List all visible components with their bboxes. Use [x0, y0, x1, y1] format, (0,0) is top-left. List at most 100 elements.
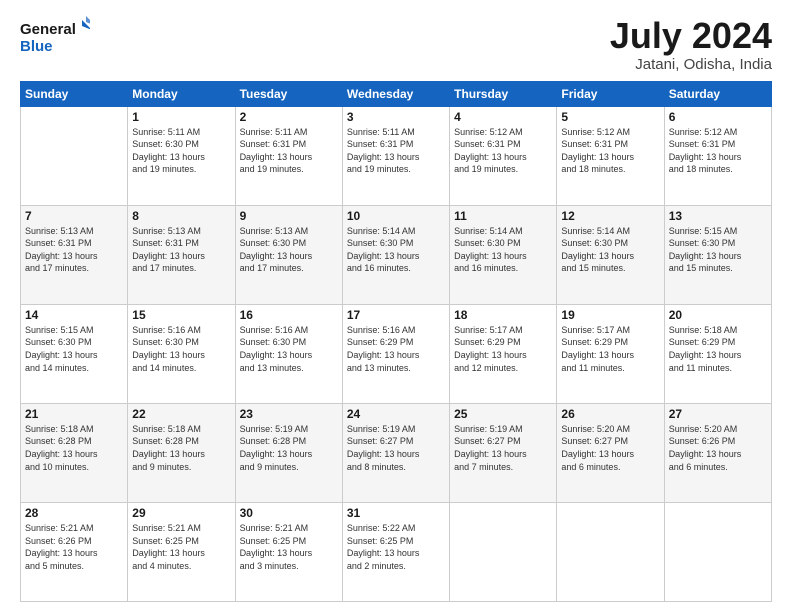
day-number: 15	[132, 308, 230, 322]
day-info: Sunrise: 5:21 AM Sunset: 6:26 PM Dayligh…	[25, 522, 123, 572]
calendar-cell: 23 Sunrise: 5:19 AM Sunset: 6:28 PM Dayli…	[235, 403, 342, 502]
day-info: Sunrise: 5:16 AM Sunset: 6:30 PM Dayligh…	[240, 324, 338, 374]
page: General Blue July 2024 Jatani, Odisha, I…	[0, 0, 792, 612]
calendar-cell: 16 Sunrise: 5:16 AM Sunset: 6:30 PM Dayli…	[235, 304, 342, 403]
day-number: 23	[240, 407, 338, 421]
calendar-cell	[450, 502, 557, 601]
day-info: Sunrise: 5:16 AM Sunset: 6:30 PM Dayligh…	[132, 324, 230, 374]
day-info: Sunrise: 5:13 AM Sunset: 6:31 PM Dayligh…	[25, 225, 123, 275]
calendar-cell: 19 Sunrise: 5:17 AM Sunset: 6:29 PM Dayli…	[557, 304, 664, 403]
location: Jatani, Odisha, India	[610, 56, 772, 73]
calendar-cell: 3 Sunrise: 5:11 AM Sunset: 6:31 PM Daylig…	[342, 106, 449, 205]
day-number: 28	[25, 506, 123, 520]
day-number: 5	[561, 110, 659, 124]
header: General Blue July 2024 Jatani, Odisha, I…	[20, 16, 772, 73]
day-info: Sunrise: 5:19 AM Sunset: 6:28 PM Dayligh…	[240, 423, 338, 473]
calendar-cell: 17Sunrise: 5:16 AM Sunset: 6:29 PM Dayli…	[342, 304, 449, 403]
day-info: Sunrise: 5:11 AM Sunset: 6:31 PM Dayligh…	[240, 126, 338, 176]
day-number: 20	[669, 308, 767, 322]
calendar-cell: 31 Sunrise: 5:22 AM Sunset: 6:25 PM Dayli…	[342, 502, 449, 601]
day-number: 14	[25, 308, 123, 322]
weekday-header: Wednesday	[342, 81, 449, 106]
weekday-header: Tuesday	[235, 81, 342, 106]
weekday-header: Monday	[128, 81, 235, 106]
day-number: 25	[454, 407, 552, 421]
day-info: Sunrise: 5:20 AM Sunset: 6:26 PM Dayligh…	[669, 423, 767, 473]
day-info: Sunrise: 5:11 AM Sunset: 6:30 PM Dayligh…	[132, 126, 230, 176]
calendar-cell	[21, 106, 128, 205]
calendar-cell: 1Sunrise: 5:11 AM Sunset: 6:30 PM Daylig…	[128, 106, 235, 205]
day-info: Sunrise: 5:12 AM Sunset: 6:31 PM Dayligh…	[561, 126, 659, 176]
day-number: 18	[454, 308, 552, 322]
day-number: 19	[561, 308, 659, 322]
day-info: Sunrise: 5:21 AM Sunset: 6:25 PM Dayligh…	[132, 522, 230, 572]
day-info: Sunrise: 5:19 AM Sunset: 6:27 PM Dayligh…	[347, 423, 445, 473]
calendar-cell: 26 Sunrise: 5:20 AM Sunset: 6:27 PM Dayli…	[557, 403, 664, 502]
svg-text:General: General	[20, 21, 76, 38]
calendar-cell: 21 Sunrise: 5:18 AM Sunset: 6:28 PM Dayli…	[21, 403, 128, 502]
day-info: Sunrise: 5:12 AM Sunset: 6:31 PM Dayligh…	[454, 126, 552, 176]
day-number: 13	[669, 209, 767, 223]
logo-svg: General Blue	[20, 16, 90, 56]
day-number: 16	[240, 308, 338, 322]
day-number: 3	[347, 110, 445, 124]
calendar-cell: 13 Sunrise: 5:15 AM Sunset: 6:30 PM Dayli…	[664, 205, 771, 304]
calendar-cell: 30Sunrise: 5:21 AM Sunset: 6:25 PM Dayli…	[235, 502, 342, 601]
day-number: 2	[240, 110, 338, 124]
day-info: Sunrise: 5:18 AM Sunset: 6:28 PM Dayligh…	[132, 423, 230, 473]
day-info: Sunrise: 5:19 AM Sunset: 6:27 PM Dayligh…	[454, 423, 552, 473]
day-info: Sunrise: 5:20 AM Sunset: 6:27 PM Dayligh…	[561, 423, 659, 473]
calendar-cell: 2 Sunrise: 5:11 AM Sunset: 6:31 PM Daylig…	[235, 106, 342, 205]
day-info: Sunrise: 5:12 AM Sunset: 6:31 PM Dayligh…	[669, 126, 767, 176]
weekday-header: Sunday	[21, 81, 128, 106]
day-number: 22	[132, 407, 230, 421]
title-block: July 2024 Jatani, Odisha, India	[610, 16, 772, 73]
day-number: 21	[25, 407, 123, 421]
calendar-cell: 14 Sunrise: 5:15 AM Sunset: 6:30 PM Dayli…	[21, 304, 128, 403]
calendar-cell: 9 Sunrise: 5:13 AM Sunset: 6:30 PM Daylig…	[235, 205, 342, 304]
calendar-cell: 12 Sunrise: 5:14 AM Sunset: 6:30 PM Dayli…	[557, 205, 664, 304]
calendar-cell: 15 Sunrise: 5:16 AM Sunset: 6:30 PM Dayli…	[128, 304, 235, 403]
calendar-table: SundayMondayTuesdayWednesdayThursdayFrid…	[20, 81, 772, 602]
day-info: Sunrise: 5:13 AM Sunset: 6:30 PM Dayligh…	[240, 225, 338, 275]
calendar-cell: 11Sunrise: 5:14 AM Sunset: 6:30 PM Dayli…	[450, 205, 557, 304]
calendar-cell: 8 Sunrise: 5:13 AM Sunset: 6:31 PM Daylig…	[128, 205, 235, 304]
day-number: 29	[132, 506, 230, 520]
day-number: 17	[347, 308, 445, 322]
calendar-cell: 24 Sunrise: 5:19 AM Sunset: 6:27 PM Dayli…	[342, 403, 449, 502]
calendar-cell: 25 Sunrise: 5:19 AM Sunset: 6:27 PM Dayli…	[450, 403, 557, 502]
day-number: 9	[240, 209, 338, 223]
day-number: 10	[347, 209, 445, 223]
day-number: 31	[347, 506, 445, 520]
calendar-cell	[557, 502, 664, 601]
day-number: 8	[132, 209, 230, 223]
calendar-cell: 29 Sunrise: 5:21 AM Sunset: 6:25 PM Dayli…	[128, 502, 235, 601]
day-info: Sunrise: 5:14 AM Sunset: 6:30 PM Dayligh…	[347, 225, 445, 275]
svg-text:Blue: Blue	[20, 38, 53, 55]
calendar-cell: 7Sunrise: 5:13 AM Sunset: 6:31 PM Daylig…	[21, 205, 128, 304]
day-number: 26	[561, 407, 659, 421]
calendar-cell: 10 Sunrise: 5:14 AM Sunset: 6:30 PM Dayli…	[342, 205, 449, 304]
calendar-cell: 20Sunrise: 5:18 AM Sunset: 6:29 PM Dayli…	[664, 304, 771, 403]
day-number: 11	[454, 209, 552, 223]
day-number: 12	[561, 209, 659, 223]
day-number: 27	[669, 407, 767, 421]
day-info: Sunrise: 5:13 AM Sunset: 6:31 PM Dayligh…	[132, 225, 230, 275]
day-info: Sunrise: 5:15 AM Sunset: 6:30 PM Dayligh…	[669, 225, 767, 275]
calendar-cell: 28 Sunrise: 5:21 AM Sunset: 6:26 PM Dayli…	[21, 502, 128, 601]
day-info: Sunrise: 5:17 AM Sunset: 6:29 PM Dayligh…	[454, 324, 552, 374]
calendar-cell: 4 Sunrise: 5:12 AM Sunset: 6:31 PM Daylig…	[450, 106, 557, 205]
day-info: Sunrise: 5:14 AM Sunset: 6:30 PM Dayligh…	[561, 225, 659, 275]
day-info: Sunrise: 5:17 AM Sunset: 6:29 PM Dayligh…	[561, 324, 659, 374]
weekday-header: Thursday	[450, 81, 557, 106]
day-number: 24	[347, 407, 445, 421]
day-info: Sunrise: 5:18 AM Sunset: 6:28 PM Dayligh…	[25, 423, 123, 473]
day-info: Sunrise: 5:11 AM Sunset: 6:31 PM Dayligh…	[347, 126, 445, 176]
logo: General Blue	[20, 16, 90, 56]
calendar-cell: 27 Sunrise: 5:20 AM Sunset: 6:26 PM Dayli…	[664, 403, 771, 502]
day-number: 30	[240, 506, 338, 520]
weekday-header: Saturday	[664, 81, 771, 106]
day-info: Sunrise: 5:22 AM Sunset: 6:25 PM Dayligh…	[347, 522, 445, 572]
day-number: 4	[454, 110, 552, 124]
day-info: Sunrise: 5:15 AM Sunset: 6:30 PM Dayligh…	[25, 324, 123, 374]
